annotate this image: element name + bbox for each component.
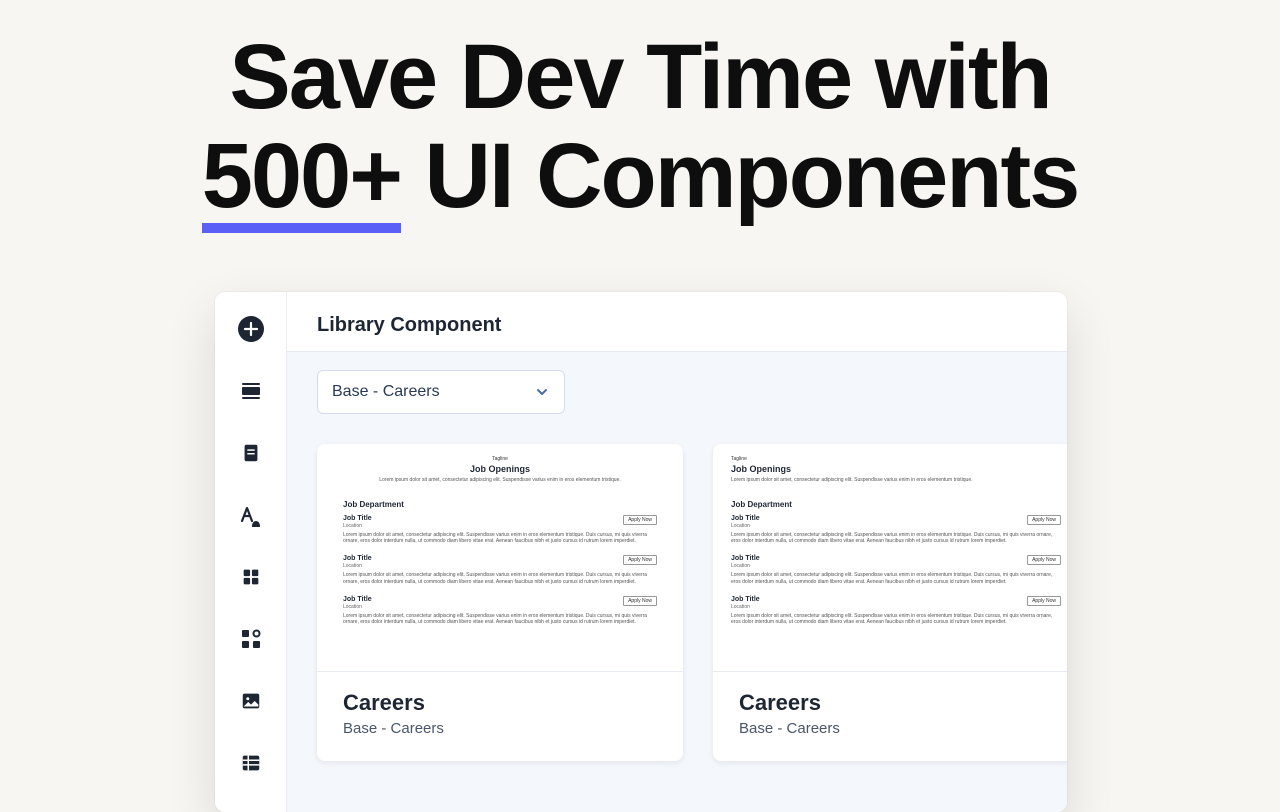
card-subtitle: Base - Careers <box>343 720 657 737</box>
chevron-down-icon <box>534 384 550 400</box>
apply-button: Apply Now <box>623 555 657 565</box>
apply-button: Apply Now <box>1027 555 1061 565</box>
component-card[interactable]: Tagline Job Openings Lorem ipsum dolor s… <box>317 444 683 761</box>
hero-heading: Save Dev Time with 500+ UI Components <box>0 28 1280 227</box>
component-preview: Tagline Job Openings Lorem ipsum dolor s… <box>317 444 683 672</box>
apply-button: Apply Now <box>1027 515 1061 525</box>
apply-button: Apply Now <box>623 515 657 525</box>
component-category-dropdown[interactable]: Base - Careers <box>317 370 565 414</box>
data-table-icon[interactable] <box>238 750 264 776</box>
hero-highlight: 500+ <box>202 127 401 226</box>
typography-icon[interactable] <box>238 502 264 528</box>
library-panel: Library Component Base - Careers Tagline… <box>215 292 1067 812</box>
card-title: Careers <box>739 690 1053 716</box>
card-title: Careers <box>343 690 657 716</box>
grid-icon[interactable] <box>238 564 264 590</box>
sections-icon[interactable] <box>238 378 264 404</box>
page-icon[interactable] <box>238 440 264 466</box>
sidebar-rail <box>215 292 287 812</box>
component-card[interactable]: Tagline Job Openings Lorem ipsum dolor s… <box>713 444 1067 761</box>
components-icon[interactable] <box>238 626 264 652</box>
card-subtitle: Base - Careers <box>739 720 1053 737</box>
apply-button: Apply Now <box>1027 596 1061 606</box>
image-icon[interactable] <box>238 688 264 714</box>
apply-button: Apply Now <box>623 596 657 606</box>
component-preview: Tagline Job Openings Lorem ipsum dolor s… <box>713 444 1067 672</box>
panel-title: Library Component <box>317 314 1037 337</box>
add-icon[interactable] <box>238 316 264 342</box>
